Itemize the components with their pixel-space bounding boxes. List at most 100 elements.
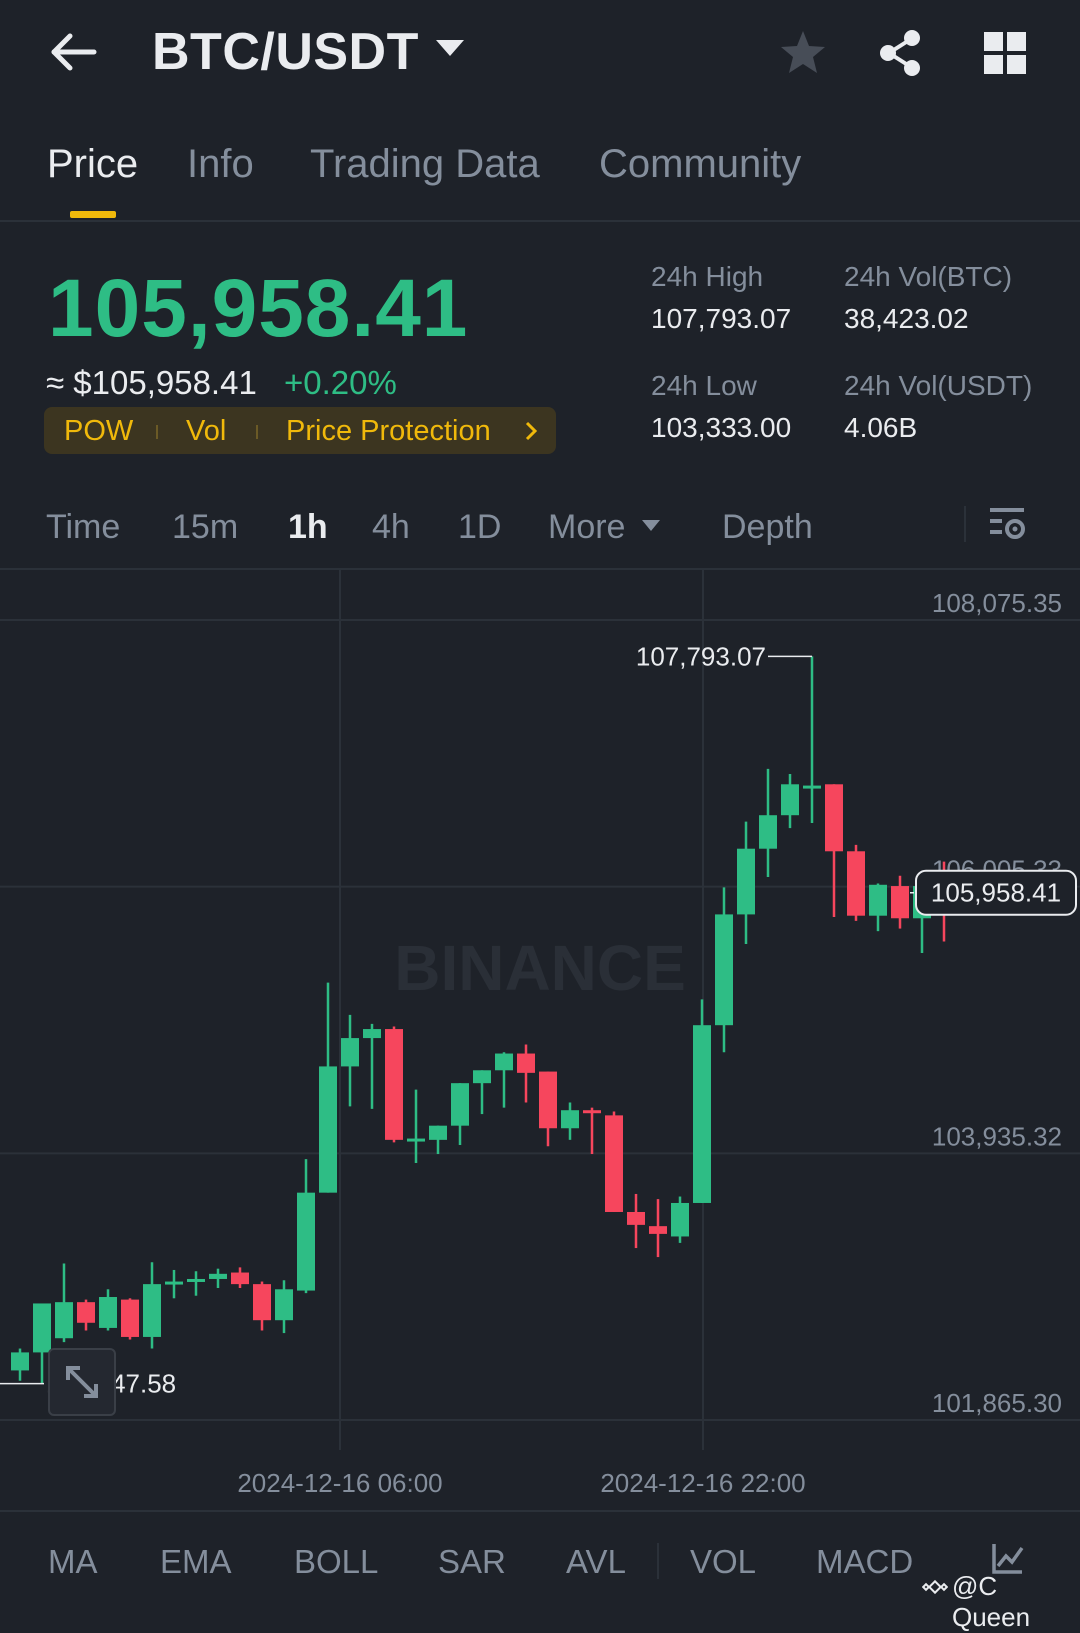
candle-body (121, 1299, 139, 1337)
price-change-percent: +0.20% (284, 364, 397, 401)
stat-24h-high-label: 24h High (651, 261, 764, 292)
caret-down-icon[interactable] (436, 40, 464, 56)
chart-watermark: BINANCE (394, 932, 686, 1004)
trading-pair-title[interactable]: BTC/USDT (152, 22, 419, 82)
back-arrow-icon[interactable] (48, 26, 100, 78)
candle-body (825, 784, 843, 852)
candle-body (209, 1273, 227, 1279)
star-icon[interactable] (778, 28, 828, 78)
candle-body (275, 1289, 293, 1321)
candle-body (583, 1110, 601, 1114)
candle-body (165, 1281, 183, 1285)
candle-body (517, 1053, 535, 1073)
stat-24h-low-value: 103,333.00 (651, 412, 792, 443)
expand-icon (66, 1366, 98, 1398)
y-axis-labels: 108,075.35106,005.33103,935.32101,865.30 (932, 588, 1062, 1418)
tag-pow[interactable]: POW (64, 415, 133, 448)
indicator-divider (657, 1543, 659, 1579)
candle-body (539, 1071, 557, 1129)
candle-body (187, 1278, 205, 1282)
candle-body (451, 1083, 469, 1126)
candle-body (605, 1115, 623, 1212)
stat-24h-low-label: 24h Low (651, 370, 757, 401)
chart-grid (0, 570, 1080, 1450)
grid-icon[interactable] (980, 28, 1030, 78)
chart-annotations: 107,793.07102,147.58105,958.41 (0, 641, 1077, 1399)
indicator-boll[interactable]: BOLL (294, 1543, 378, 1581)
candle-body (671, 1202, 689, 1237)
screenshot-watermark: @C Queen (952, 1571, 1031, 1632)
candle-body (99, 1297, 117, 1328)
candle-body (231, 1272, 249, 1285)
candle-body (33, 1303, 51, 1353)
indicator-ema[interactable]: EMA (160, 1543, 232, 1581)
tag-price-protection[interactable]: Price Protection (286, 415, 491, 448)
chart-settings-icon[interactable] (988, 504, 1028, 544)
candle-body (297, 1192, 315, 1291)
x-axis-labels: 2024-12-16 06:00 2024-12-16 22:00 (237, 1468, 805, 1498)
last-price-label: 105,958.41 (931, 878, 1061, 908)
candle-body (341, 1038, 359, 1067)
candle-body (715, 914, 733, 1026)
tag-separator (256, 425, 258, 439)
active-tab-indicator (70, 211, 116, 218)
indicator-macd[interactable]: MACD (816, 1543, 913, 1581)
interval-more[interactable]: More (548, 508, 625, 547)
stat-24h-vol-btc-label: 24h Vol(BTC) (844, 261, 1013, 292)
interval-1h[interactable]: 1h (288, 508, 328, 547)
candles (11, 656, 953, 1384)
fullscreen-button[interactable] (48, 1348, 116, 1416)
candle-body (363, 1029, 381, 1039)
candle-body (869, 884, 887, 916)
tag-separator (156, 425, 158, 439)
indicator-avl[interactable]: AVL (566, 1543, 626, 1581)
candle-body (55, 1302, 73, 1339)
candle-body (847, 851, 865, 916)
candle-body (77, 1302, 95, 1323)
candle-body (407, 1138, 425, 1142)
candle-body (429, 1125, 447, 1140)
x-axis-tick-label: 2024-12-16 06:00 (237, 1468, 442, 1498)
interval-15m[interactable]: 15m (172, 508, 238, 547)
indicator-ma[interactable]: MA (48, 1543, 98, 1581)
candle-body (495, 1053, 513, 1071)
tabs-divider (0, 220, 1080, 222)
candle-body (627, 1211, 645, 1225)
candle-body (561, 1110, 579, 1129)
tab-info[interactable]: Info (187, 142, 254, 187)
last-price: 105,958.41 (48, 263, 469, 354)
caret-down-icon[interactable] (642, 520, 660, 531)
candle-body (781, 784, 799, 816)
share-icon[interactable] (876, 28, 926, 78)
candle-body (891, 886, 909, 919)
stat-24h-vol-btc-value: 38,423.02 (844, 303, 969, 334)
candle-body (473, 1070, 491, 1084)
tag-vol[interactable]: Vol (186, 415, 226, 448)
max-price-label: 107,793.07 (636, 641, 766, 671)
binance-logo-icon (922, 1579, 948, 1595)
tab-price[interactable]: Price (47, 142, 138, 187)
tab-trading-data[interactable]: Trading Data (310, 142, 540, 187)
price-usd-approx: ≈ $105,958.41 (46, 364, 257, 401)
stat-24h-vol-usdt-label: 24h Vol(USDT) (844, 370, 1033, 401)
candle-body (759, 815, 777, 849)
stat-24h-high-value: 107,793.07 (651, 303, 792, 334)
candle-body (737, 848, 755, 915)
indicator-vol[interactable]: VOL (690, 1543, 756, 1581)
candle-body (385, 1029, 403, 1140)
candle-body (803, 785, 821, 789)
candle-body (649, 1226, 667, 1234)
indicator-sar[interactable]: SAR (438, 1543, 506, 1581)
y-axis-tick-label: 101,865.30 (932, 1388, 1062, 1418)
interval-depth[interactable]: Depth (722, 508, 813, 547)
tab-community[interactable]: Community (599, 142, 801, 187)
interval-4h[interactable]: 4h (372, 508, 410, 547)
interval-1d[interactable]: 1D (458, 508, 501, 547)
x-axis-tick-label: 2024-12-16 22:00 (600, 1468, 805, 1498)
candle-body (11, 1352, 29, 1371)
interval-time[interactable]: Time (46, 508, 120, 547)
chevron-right-icon[interactable] (522, 420, 540, 442)
stat-24h-vol-usdt-value: 4.06B (844, 412, 918, 443)
y-axis-tick-label: 103,935.32 (932, 1121, 1062, 1151)
candlestick-chart[interactable]: BINANCE 108,075.35106,005.33103,935.3210… (0, 570, 1080, 1510)
